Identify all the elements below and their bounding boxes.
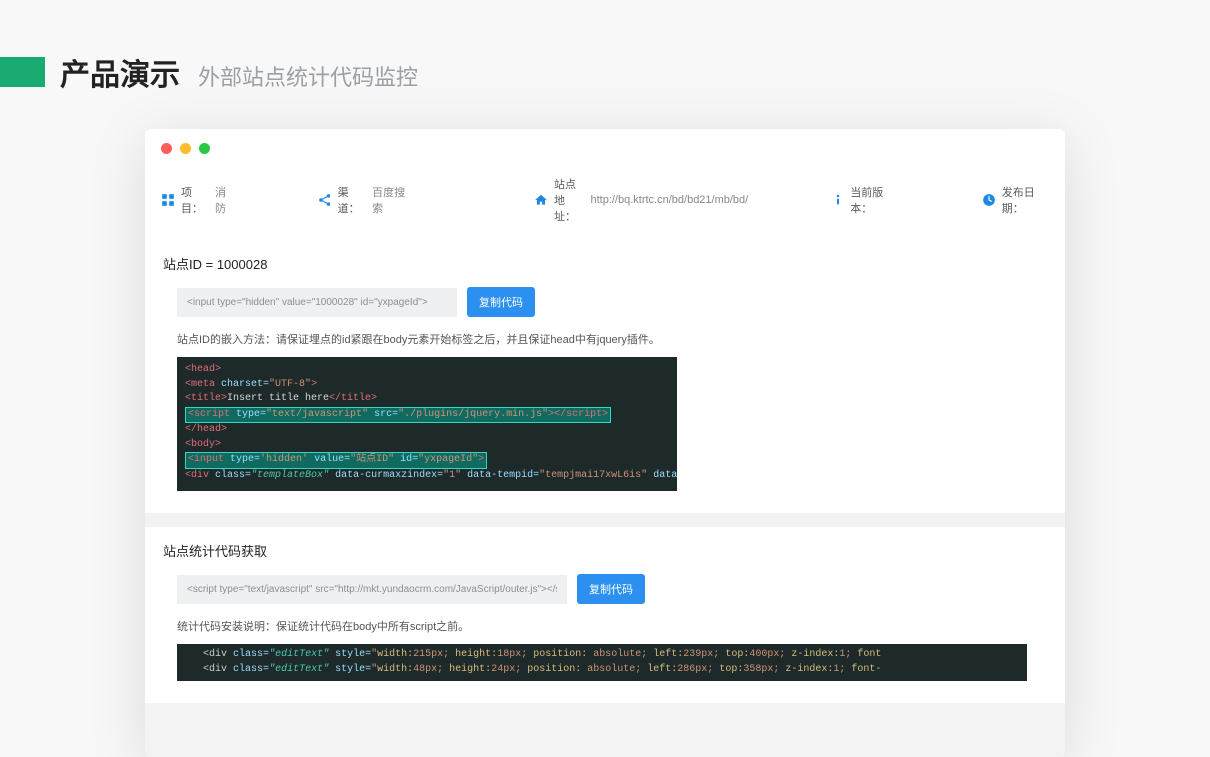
info-date: 发布日期： [982,184,1049,216]
panel-site-id: 站点ID = 1000028 复制代码 站点ID的嵌入方法：请保证埋点的id紧跟… [145,240,1065,513]
project-value: 消防 [215,184,234,216]
siteurl-label: 站点地址： [554,176,584,224]
panel-site-id-title: 站点ID = 1000028 [163,254,1047,273]
page-header: 产品演示 外部站点统计代码监控 [0,0,1210,114]
panel-stat-code: 站点统计代码获取 复制代码 统计代码安装说明：保证统计代码在body中所有scr… [145,527,1065,703]
version-label: 当前版本： [850,184,897,216]
channel-value: 百度搜索 [372,184,410,216]
instruction-1: 站点ID的嵌入方法：请保证埋点的id紧跟在body元素开始标签之后，并且保证he… [177,331,1047,347]
instruction-2: 统计代码安装说明：保证统计代码在body中所有script之前。 [177,618,1047,634]
share-icon [318,193,332,207]
input-row-2: 复制代码 [177,574,1047,604]
info-channel: 渠道： 百度搜索 [318,184,410,216]
browser-frame: 项目： 消防 渠道： 百度搜索 站点地址： http://bq.ktrtc.cn… [145,129,1065,757]
stat-code-input[interactable] [177,575,567,604]
close-dot-icon [161,143,172,154]
traffic-lights [145,129,1065,166]
panel-stat-code-title: 站点统计代码获取 [163,541,1047,560]
maximize-dot-icon [199,143,210,154]
channel-label: 渠道： [338,184,366,216]
site-id-code-input[interactable] [177,288,457,317]
code-block-2: <div class="editText" style="width:215px… [177,644,1027,681]
home-icon [534,193,548,207]
accent-bar [0,57,45,87]
input-row-1: 复制代码 [177,287,1047,317]
minimize-dot-icon [180,143,191,154]
page-subtitle: 外部站点统计代码监控 [198,60,418,92]
info-icon [832,193,844,207]
date-label: 发布日期： [1002,184,1049,216]
info-bar: 项目： 消防 渠道： 百度搜索 站点地址： http://bq.ktrtc.cn… [145,166,1065,240]
info-siteurl: 站点地址： http://bq.ktrtc.cn/bd/bd21/mb/bd/ [534,176,748,224]
info-project: 项目： 消防 [161,184,234,216]
info-version: 当前版本： [832,184,897,216]
clock-icon [982,193,996,207]
grid-icon [161,193,175,207]
page-title: 产品演示 [60,50,180,94]
code-block-1: <head> <meta charset="UTF-8"> <title>Ins… [177,357,677,491]
content-area: 站点ID = 1000028 复制代码 站点ID的嵌入方法：请保证埋点的id紧跟… [145,240,1065,757]
siteurl-value: http://bq.ktrtc.cn/bd/bd21/mb/bd/ [590,194,748,206]
copy-button-1[interactable]: 复制代码 [467,287,535,317]
project-label: 项目： [181,184,209,216]
copy-button-2[interactable]: 复制代码 [577,574,645,604]
